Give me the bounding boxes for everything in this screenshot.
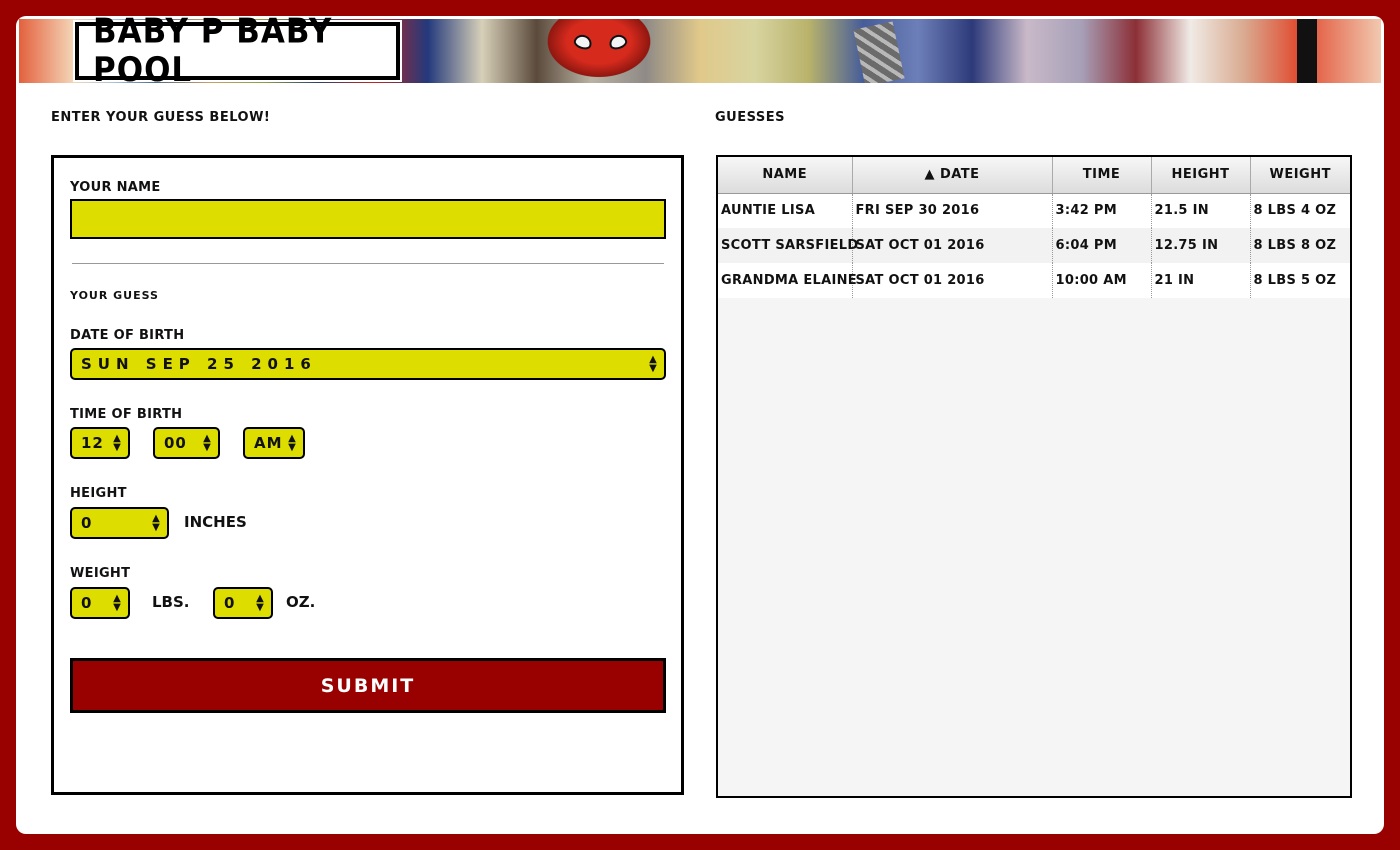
column-header-date[interactable]: ▲ Date (852, 157, 1053, 194)
name-input[interactable] (70, 199, 666, 239)
app-title: Baby P Baby Pool (93, 16, 333, 90)
oz-value: 0 (224, 594, 236, 612)
height-value: 0 (81, 514, 93, 532)
table-row: Grandma Elaine Sat Oct 01 2016 10:00 AM … (718, 263, 1350, 298)
cell-date: Sat Oct 01 2016 (852, 263, 1053, 298)
column-header-weight[interactable]: Weight (1250, 157, 1350, 194)
height-select[interactable]: 0 ▲ ▼ (70, 507, 169, 539)
cell-name: Grandma Elaine (718, 263, 857, 298)
hour-value: 12 (81, 434, 104, 452)
updown-arrows-icon: ▲ ▼ (152, 513, 160, 533)
cell-weight: 8 lbs 8 oz (1250, 228, 1350, 263)
table-header-row: Name ▲ Date Time Height Weight (718, 157, 1350, 194)
ampm-value: AM (254, 434, 283, 452)
hour-select[interactable]: 12 ▲ ▼ (70, 427, 130, 459)
dob-select[interactable]: Sun Sep 25 2016 ▲ ▼ (70, 348, 666, 380)
cell-time: 3:42 PM (1052, 193, 1152, 228)
cell-time: 6:04 PM (1052, 228, 1152, 263)
updown-arrows-icon: ▲ ▼ (203, 433, 211, 453)
lbs-select[interactable]: 0 ▲ ▼ (70, 587, 130, 619)
column-header-height[interactable]: Height (1151, 157, 1251, 194)
cell-height: 21 in (1151, 263, 1251, 298)
minute-value: 00 (164, 434, 187, 452)
dob-value: Sun Sep 25 2016 (81, 355, 317, 373)
dob-label: Date of Birth (70, 328, 185, 343)
cell-name: Scott Sarsfield (718, 228, 858, 263)
guess-form: Your Name Your Guess Date of Birth Sun S… (51, 155, 684, 795)
cell-time: 10:00 AM (1052, 263, 1152, 298)
cell-name: Auntie Lisa (718, 193, 853, 228)
cell-weight: 8 lbs 5 oz (1250, 263, 1350, 298)
time-label: Time of Birth (70, 407, 183, 422)
cell-height: 21.5 in (1151, 193, 1251, 228)
column-header-name[interactable]: Name (718, 157, 853, 194)
cell-height: 12.75 in (1151, 228, 1251, 263)
minute-select[interactable]: 00 ▲ ▼ (153, 427, 220, 459)
updown-arrows-icon: ▲ ▼ (649, 354, 657, 374)
oz-unit: oz. (286, 593, 316, 611)
ampm-select[interactable]: AM ▲ ▼ (243, 427, 305, 459)
table-row: Scott Sarsfield Sat Oct 01 2016 6:04 PM … (718, 228, 1350, 263)
guess-section-label: Your Guess (70, 289, 159, 302)
updown-arrows-icon: ▲ ▼ (288, 433, 296, 453)
guesses-table-panel: Name ▲ Date Time Height Weight Auntie Li… (716, 155, 1352, 798)
oz-select[interactable]: 0 ▲ ▼ (213, 587, 273, 619)
guesses-heading: Guesses (715, 110, 785, 125)
app-title-box: Baby P Baby Pool (75, 16, 400, 90)
form-heading: Enter your guess below! (51, 110, 271, 125)
cell-date: Fri Sep 30 2016 (852, 193, 1053, 228)
updown-arrows-icon: ▲ ▼ (256, 593, 264, 613)
guesses-table: Name ▲ Date Time Height Weight Auntie Li… (718, 157, 1350, 298)
form-divider (72, 263, 664, 264)
updown-arrows-icon: ▲ ▼ (113, 593, 121, 613)
banner-art-detail (853, 21, 905, 83)
column-header-time[interactable]: Time (1052, 157, 1152, 194)
name-label: Your Name (70, 180, 161, 195)
table-row: Auntie Lisa Fri Sep 30 2016 3:42 PM 21.5… (718, 193, 1350, 228)
lbs-value: 0 (81, 594, 93, 612)
updown-arrows-icon: ▲ ▼ (113, 433, 121, 453)
lbs-unit: lbs. (152, 593, 190, 611)
height-label: Height (70, 486, 127, 501)
cell-weight: 8 lbs 4 oz (1250, 193, 1350, 228)
height-unit: inches (184, 513, 247, 531)
cell-date: Sat Oct 01 2016 (852, 228, 1053, 263)
weight-label: Weight (70, 566, 131, 581)
banner-art-detail (1297, 19, 1317, 83)
submit-button[interactable]: Submit (70, 658, 666, 713)
banner-spiderman-art (539, 19, 659, 83)
